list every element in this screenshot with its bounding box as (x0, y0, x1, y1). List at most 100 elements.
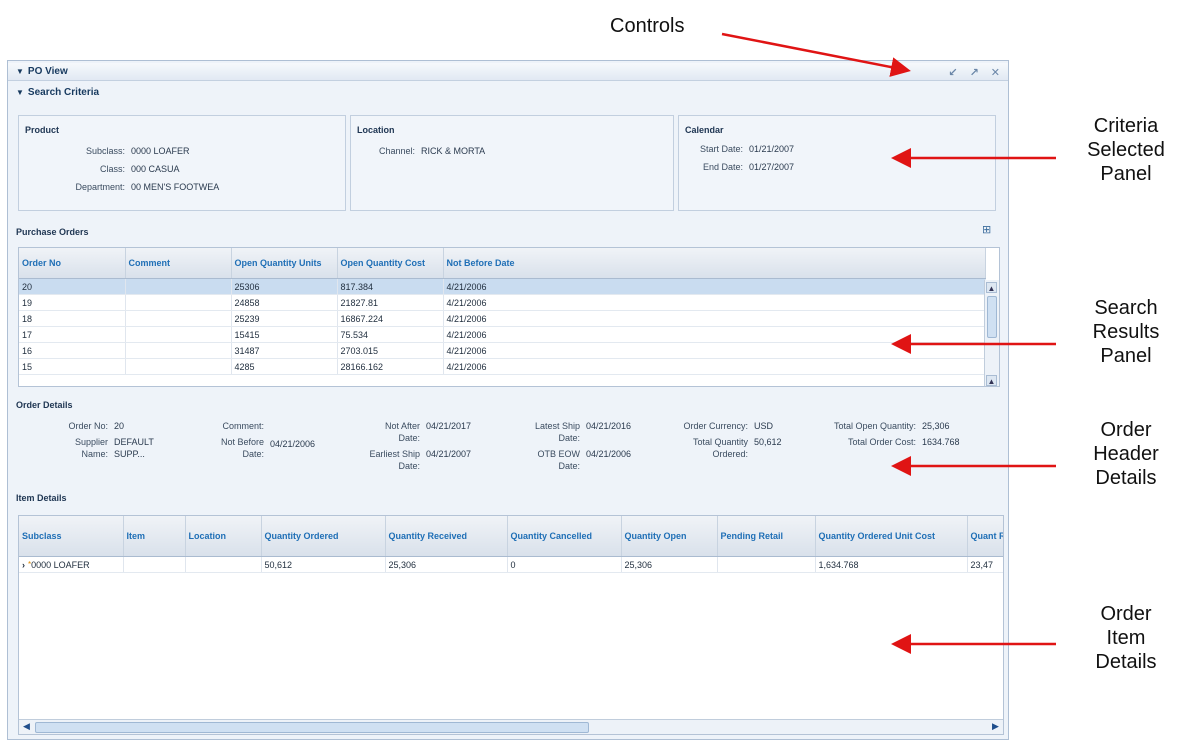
column-header-subclass[interactable]: Subclass (19, 516, 124, 557)
location-criteria-box: Location Channel: RICK & MORTA (350, 115, 674, 211)
table-cell: 75.534 (337, 326, 444, 343)
column-header-qty-open[interactable]: Quantity Open (621, 516, 718, 557)
table-cell: 25239 (231, 310, 338, 327)
scroll-thumb[interactable] (987, 296, 997, 338)
table-cell (717, 556, 816, 573)
column-header-location[interactable]: Location (185, 516, 262, 557)
item-details-table: Subclass Item Location Quantity Ordered … (18, 515, 1004, 735)
table-cell: 23,47 (967, 556, 1003, 573)
table-cell: 17 (19, 326, 126, 343)
item-horizontal-scrollbar[interactable]: ◀ ▶ (19, 719, 1003, 734)
product-criteria-box: Product Subclass: 0000 LOAFER Class: 000 C… (18, 115, 346, 211)
table-cell (125, 326, 232, 343)
po-view-header[interactable]: ▼ PO View ↙ ↗ ✕ (8, 63, 1008, 81)
column-header-qty-ordered-unit-cost[interactable]: Quantity Ordered Unit Cost (815, 516, 968, 557)
item-details-title: Item Details (16, 493, 67, 503)
table-cell: 4/21/2006 (443, 342, 986, 359)
purchase-orders-table: Order No Comment Open Quantity Units Ope… (18, 247, 1000, 387)
po-view-title: PO View (27, 66, 68, 77)
table-cell: › *0000 LOAFER (19, 556, 124, 573)
table-cell: 16 (19, 342, 126, 359)
column-header-comment[interactable]: Comment (125, 248, 232, 279)
annotation-criteria: Criteria Selected Panel (1087, 115, 1165, 185)
close-icon[interactable]: ✕ (991, 66, 1000, 79)
column-header-open-qty-cost[interactable]: Open Quantity Cost (337, 248, 444, 279)
table-row[interactable]: 19 24858 21827.81 4/21/2006 (19, 294, 986, 311)
scroll-down-icon[interactable]: ▲ (986, 375, 997, 386)
item-details-grid: Subclass Item Location Quantity Ordered … (19, 516, 1003, 573)
collapse-chevron-icon[interactable]: ▼ (16, 88, 24, 97)
column-header-qty-received-cost[interactable]: Quant Recei (967, 516, 1003, 557)
table-cell: 16867.224 (337, 310, 444, 327)
column-header-pending-retail[interactable]: Pending Retail (717, 516, 816, 557)
scroll-thumb[interactable] (35, 722, 589, 733)
minimize-icon[interactable]: ↙ (948, 66, 957, 79)
table-cell: 1,634.768 (815, 556, 968, 573)
table-cell: 4/21/2006 (443, 326, 986, 343)
table-cell: 4/21/2006 (443, 358, 986, 375)
table-row[interactable]: 16 31487 2703.015 4/21/2006 (19, 342, 986, 359)
location-title: Location (357, 125, 395, 135)
table-cell: 817.384 (337, 278, 444, 295)
order-details-panel: Order No: 20 Supplier Name: DEFAULT SUPP… (68, 421, 960, 471)
table-cell: 18 (19, 310, 126, 327)
scroll-up-icon[interactable]: ▲ (986, 282, 997, 293)
order-details-title: Order Details (16, 400, 73, 410)
table-cell (123, 556, 186, 573)
annotation-header: Order Header Details (1093, 419, 1159, 489)
subclass-field: Subclass: 0000 LOAFER (85, 146, 190, 156)
subclass-value: 0000 LOAFER (31, 559, 90, 570)
calendar-title: Calendar (685, 125, 724, 135)
start-date-field: Start Date: 01/21/2007 (699, 144, 795, 154)
export-icon[interactable]: ⊞ (982, 223, 991, 236)
annotation-controls: Controls (610, 15, 685, 37)
product-title: Product (25, 125, 60, 135)
table-cell (125, 310, 232, 327)
table-header-row: Subclass Item Location Quantity Ordered … (19, 516, 1003, 557)
class-field: Class: 000 CASUA (99, 164, 180, 174)
table-cell: 50,612 (261, 556, 386, 573)
channel-field: Channel: RICK & MORTA (378, 146, 486, 156)
table-row[interactable]: 20 25306 817.384 4/21/2006 (19, 278, 986, 295)
column-header-open-qty-units[interactable]: Open Quantity Units (231, 248, 338, 279)
calendar-criteria-box: Calendar Start Date: 01/21/2007 End Date:… (678, 115, 996, 211)
table-row[interactable]: 17 15415 75.534 4/21/2006 (19, 326, 986, 343)
column-header-qty-ordered[interactable]: Quantity Ordered (261, 516, 386, 557)
table-cell: 15 (19, 358, 126, 375)
table-cell: 28166.162 (337, 358, 444, 375)
table-cell: 15415 (231, 326, 338, 343)
table-cell: 0 (507, 556, 622, 573)
column-header-qty-received[interactable]: Quantity Received (385, 516, 508, 557)
table-cell: 25,306 (385, 556, 508, 573)
table-header-row: Order No Comment Open Quantity Units Ope… (19, 248, 986, 279)
maximize-icon[interactable]: ↗ (970, 66, 979, 79)
expand-row-icon[interactable]: › (22, 560, 25, 570)
table-cell (125, 294, 232, 311)
table-cell: 4/21/2006 (443, 310, 986, 327)
table-cell (125, 342, 232, 359)
column-header-not-before-date[interactable]: Not Before Date (443, 248, 986, 279)
table-row[interactable]: › *0000 LOAFER 50,612 25,306 0 25,306 1,634.76… (19, 556, 1003, 573)
department-field: Department: 00 MEN'S FOOTWEA (75, 182, 220, 192)
purchase-orders-grid: Order No Comment Open Quantity Units Ope… (19, 248, 986, 375)
po-vertical-scrollbar[interactable]: ▲ ▲ (984, 280, 999, 386)
table-row[interactable]: 18 25239 16867.224 4/21/2006 (19, 310, 986, 327)
table-cell (125, 278, 232, 295)
search-criteria-header[interactable]: ▼ Search Criteria (8, 83, 1008, 101)
scroll-left-icon[interactable]: ◀ (21, 721, 32, 732)
table-cell: 24858 (231, 294, 338, 311)
window-controls: ↙ ↗ ✕ (948, 63, 1000, 81)
search-criteria-title: Search Criteria (27, 86, 100, 98)
column-header-qty-cancelled[interactable]: Quantity Cancelled (507, 516, 622, 557)
collapse-chevron-icon[interactable]: ▼ (16, 67, 24, 76)
table-cell: 20 (19, 278, 126, 295)
annotation-items: Order Item Details (1095, 603, 1157, 673)
scroll-right-icon[interactable]: ▶ (990, 721, 1001, 732)
table-cell: 4/21/2006 (443, 278, 986, 295)
table-row[interactable]: 15 4285 28166.162 4/21/2006 (19, 358, 986, 375)
column-header-item[interactable]: Item (123, 516, 186, 557)
table-cell: 4/21/2006 (443, 294, 986, 311)
table-cell: 19 (19, 294, 126, 311)
column-header-order-no[interactable]: Order No (19, 248, 126, 279)
annotation-search: Search Results Panel (1092, 297, 1160, 367)
